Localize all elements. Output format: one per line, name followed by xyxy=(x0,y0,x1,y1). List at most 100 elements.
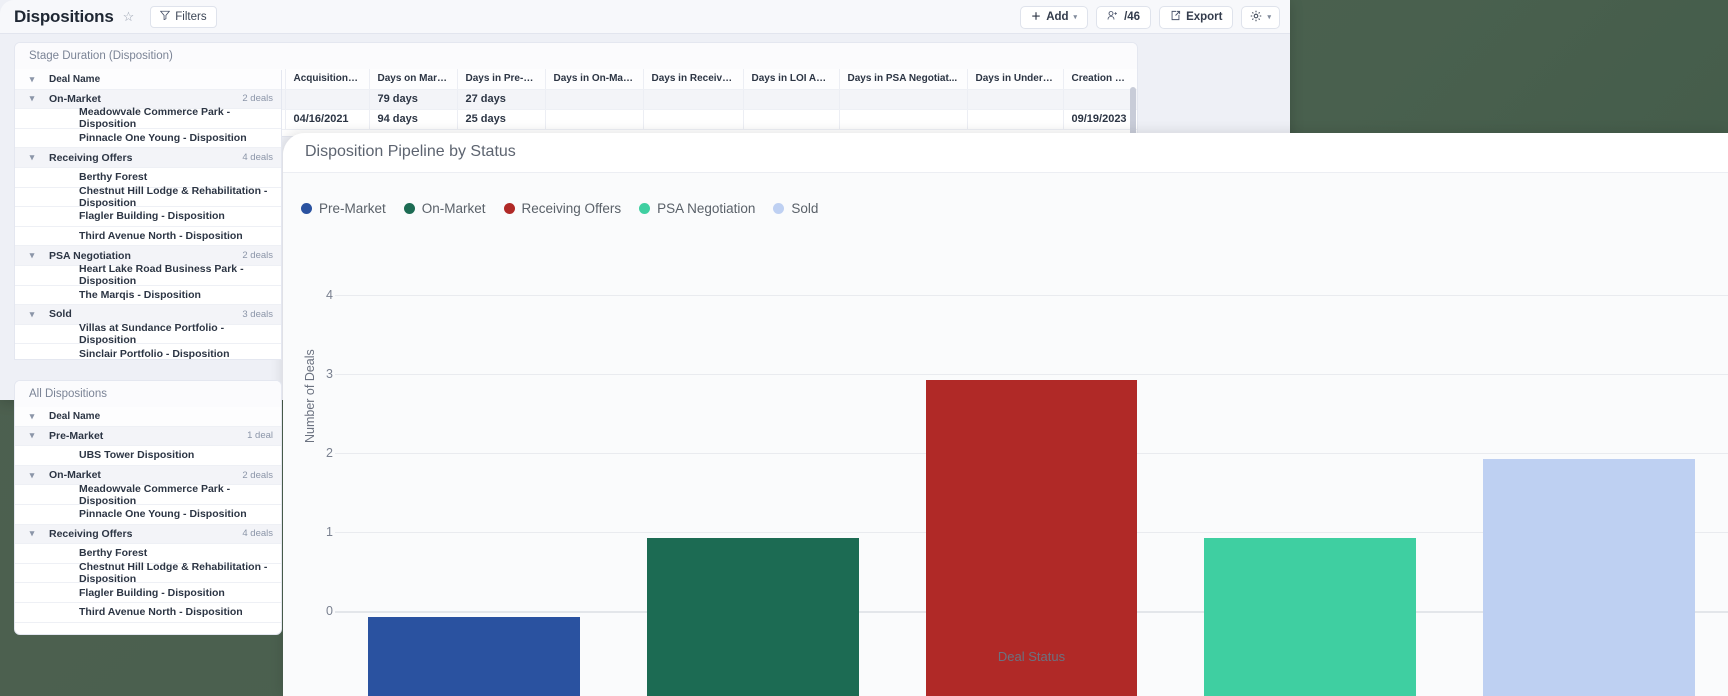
list-item[interactable]: UBS Tower Disposition xyxy=(15,446,281,466)
y-axis-label: Number of Deals xyxy=(303,349,317,443)
favorite-star-icon[interactable]: ☆ xyxy=(123,10,135,23)
row-label: On-Market xyxy=(49,469,101,482)
table-cell: 04/16/2021 xyxy=(285,109,370,130)
column-header-deal-name: Deal Name xyxy=(49,73,101,85)
filters-label: Filters xyxy=(175,10,207,23)
legend-item[interactable]: PSA Negotiation xyxy=(639,201,755,216)
row-count: 2 deals xyxy=(242,250,273,262)
chevron-down-icon[interactable]: ▾ xyxy=(15,470,49,481)
table-cell xyxy=(643,89,744,110)
list-group-row[interactable]: ▾ Pre-Market 1 deal xyxy=(15,426,281,447)
legend-item[interactable]: Sold xyxy=(773,201,818,216)
filters-button[interactable]: Filters xyxy=(150,5,217,28)
settings-button[interactable]: ▾ xyxy=(1241,5,1280,29)
list-item[interactable]: Heart Lake Road Business Park - Disposit… xyxy=(15,263,281,287)
column-header[interactable]: Days in On-Market xyxy=(545,69,644,90)
all-dispositions-panel: All Dispositions ▾ Deal Name ▾ Pre-Market… xyxy=(14,380,282,635)
table-cell xyxy=(1063,89,1137,110)
bar[interactable] xyxy=(1204,538,1416,696)
list-item[interactable]: Pinnacle One Young - Disposition xyxy=(15,505,281,525)
column-header[interactable]: Days in Under Contract * xyxy=(967,69,1064,90)
bar-group: On-Market xyxy=(614,318,893,696)
column-header[interactable]: Days in LOI Accepted xyxy=(743,69,840,90)
list-item[interactable]: Third Avenue North - Disposition xyxy=(15,227,281,247)
y-axis-tick: 4 xyxy=(326,288,333,302)
table-cell xyxy=(743,109,840,130)
table-cell: 09/19/2023 xyxy=(1063,109,1137,130)
legend-label: On-Market xyxy=(421,201,486,216)
person-add-icon xyxy=(1107,10,1119,24)
chart-legend: Pre-Market On-Market Receiving Offers PSA N… xyxy=(301,201,818,216)
legend-item[interactable]: On-Market xyxy=(403,201,486,216)
chevron-down-icon[interactable]: ▾ xyxy=(15,93,49,104)
legend-label: Sold xyxy=(791,201,819,216)
row-label: Villas at Sundance Portfolio - Dispositi… xyxy=(79,322,225,347)
column-header[interactable]: Days in Pre-Market xyxy=(457,69,546,90)
list-item[interactable]: Sinclair Portfolio - Disposition xyxy=(15,344,281,360)
list-item[interactable]: Third Avenue North - Disposition xyxy=(15,603,281,623)
members-button[interactable]: /46 xyxy=(1096,5,1152,29)
column-header[interactable]: Creation Date xyxy=(1063,69,1137,90)
export-button[interactable]: Export xyxy=(1159,5,1234,29)
list-item[interactable]: Pinnacle One Young - Disposition xyxy=(15,129,281,149)
list-item[interactable]: The Marqis - Disposition xyxy=(15,286,281,306)
legend-color-dot xyxy=(773,203,785,214)
legend-item[interactable]: Receiving Offers xyxy=(503,201,621,216)
row-label: Flagler Building - Disposition xyxy=(79,586,225,599)
page-title: Dispositions xyxy=(14,6,114,26)
row-label: Meadowvale Commerce Park - Disposition xyxy=(79,482,231,507)
chevron-down-icon[interactable]: ▾ xyxy=(15,309,49,320)
chevron-down-icon[interactable]: ▾ xyxy=(15,152,49,163)
table-cell xyxy=(839,109,968,130)
list-item[interactable]: Chestnut Hill Lodge & Rehabilitation - D… xyxy=(15,185,281,209)
legend-item[interactable]: Pre-Market xyxy=(301,201,386,216)
row-label: Sinclair Portfolio - Disposition xyxy=(79,347,230,360)
legend-label: PSA Negotiation xyxy=(657,201,756,216)
list-item[interactable]: Meadowvale Commerce Park - Disposition xyxy=(15,106,281,130)
chevron-down-icon: ▾ xyxy=(1267,14,1271,21)
bar-group: PSA Negotiation xyxy=(1171,318,1450,696)
list-item[interactable]: Flagler Building - Disposition xyxy=(15,583,281,603)
bar[interactable] xyxy=(647,538,859,696)
list-item[interactable]: Villas at Sundance Portfolio - Dispositi… xyxy=(15,322,281,347)
bars-layer: Pre-MarketOn-MarketReceiving OffersPSA N… xyxy=(335,233,1728,696)
list-group-row[interactable]: ▾ Receiving Offers 4 deals xyxy=(15,148,281,168)
row-label: Chestnut Hill Lodge & Rehabilitation - D… xyxy=(79,561,268,586)
table-cell: 79 days xyxy=(369,89,458,110)
chevron-down-icon[interactable]: ▾ xyxy=(15,528,49,539)
table-cell xyxy=(743,89,840,110)
chart-plot-area: Number of Deals 0 1 2 3 4 Pre-MarketOn-Marke… xyxy=(283,233,1728,696)
list-group-row[interactable]: ▾ Receiving Offers 4 deals xyxy=(15,524,281,545)
row-label: Receiving Offers xyxy=(49,151,133,164)
chevron-down-icon[interactable]: ▾ xyxy=(15,411,49,422)
chevron-down-icon[interactable]: ▾ xyxy=(15,74,49,85)
chevron-down-icon[interactable]: ▾ xyxy=(15,250,49,261)
chevron-down-icon[interactable]: ▾ xyxy=(15,430,49,441)
list-item[interactable]: Meadowvale Commerce Park - Disposition xyxy=(15,482,281,507)
column-header[interactable]: Days in Receiving Offers xyxy=(643,69,744,90)
table-cell: 94 days xyxy=(369,109,458,130)
y-axis-tick: 0 xyxy=(326,604,333,618)
add-button[interactable]: Add ▾ xyxy=(1020,5,1089,29)
legend-color-dot xyxy=(301,203,312,214)
list-item[interactable]: Chestnut Hill Lodge & Rehabilitation - D… xyxy=(15,561,281,586)
row-count: 3 deals xyxy=(242,308,273,320)
row-label: The Marqis - Disposition xyxy=(79,288,201,301)
window-titlebar: Dispositions ☆ Filters Add ▾ /46 Export … xyxy=(0,0,1290,34)
chart-title: Disposition Pipeline by Status xyxy=(305,143,516,160)
vertical-scrollbar[interactable] xyxy=(1130,87,1136,136)
row-count: 2 deals xyxy=(242,469,273,481)
table-cell xyxy=(643,109,744,130)
row-label: PSA Negotiation xyxy=(49,249,131,262)
legend-color-dot xyxy=(639,203,651,214)
list-item[interactable]: Flagler Building - Disposition xyxy=(15,207,281,227)
all-dispositions-heading: All Dispositions xyxy=(15,381,281,407)
row-label: Berthy Forest xyxy=(79,171,148,184)
screen-root: Dispositions ☆ Filters Add ▾ /46 Export … xyxy=(0,0,1728,696)
column-header[interactable]: Days in PSA Negotiat... xyxy=(839,69,968,90)
column-header[interactable]: Acquisition Date * xyxy=(285,69,370,90)
table-cell: 25 days xyxy=(457,109,546,130)
plus-icon xyxy=(1031,11,1041,24)
table-cell xyxy=(545,109,644,130)
column-header[interactable]: Days on Market xyxy=(369,69,458,90)
